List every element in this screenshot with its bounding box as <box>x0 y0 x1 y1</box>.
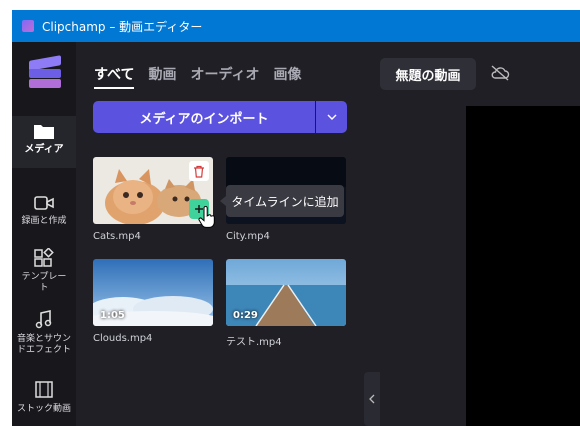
duration-label: 1:05 <box>100 310 125 321</box>
templates-icon <box>34 248 54 267</box>
sidebar: メディア 録画と作成 テンプレート 音楽とサウンドエフェクト ストック動画 <box>12 42 76 426</box>
media-card-name: City.mp4 <box>226 231 270 242</box>
collapse-panel-button[interactable] <box>364 372 380 426</box>
film-icon <box>35 381 53 398</box>
sidebar-item-media[interactable]: メディア <box>12 116 76 168</box>
media-tabs: すべて 動画 オーディオ 画像 <box>94 64 316 89</box>
sidebar-item-stock[interactable]: ストック動画 <box>12 380 76 415</box>
folder-icon <box>34 125 54 139</box>
delete-button[interactable] <box>189 161 209 181</box>
trash-icon <box>194 165 204 178</box>
tab-audio[interactable]: オーディオ <box>190 64 259 89</box>
media-card-name: Clouds.mp4 <box>93 333 153 344</box>
app-window: Clipchamp – 動画エディター メディア 録画と作成 テンプレート 音楽… <box>12 10 580 426</box>
cloud-sync-button[interactable] <box>490 64 510 86</box>
tab-images[interactable]: 画像 <box>274 64 302 89</box>
media-card-name: テスト.mp4 <box>226 337 282 348</box>
clipchamp-logo <box>29 55 61 88</box>
add-to-timeline-tooltip: タイムラインに追加 <box>220 185 344 217</box>
hand-cursor-icon <box>198 206 215 228</box>
sidebar-item-music[interactable]: 音楽とサウンドエフェクト <box>12 310 76 356</box>
camera-icon <box>34 196 54 210</box>
editor-area: 無題の動画 <box>380 42 580 426</box>
sidebar-item-record[interactable]: 録画と作成 <box>12 194 76 227</box>
chevron-down-icon <box>327 114 336 120</box>
media-card-clouds[interactable]: 1:05 <box>93 259 213 326</box>
import-media-control: メディアのインポート <box>93 101 347 133</box>
import-options-button[interactable] <box>316 101 347 133</box>
chevron-left-icon <box>369 394 375 404</box>
cloud-off-icon <box>491 65 510 81</box>
media-card-name: Cats.mp4 <box>93 231 141 242</box>
clipchamp-icon <box>22 20 34 32</box>
title-bar: Clipchamp – 動画エディター <box>12 10 580 42</box>
window-title: Clipchamp – 動画エディター <box>42 19 203 34</box>
video-preview[interactable] <box>466 106 580 426</box>
media-card-cats[interactable] <box>93 157 213 224</box>
duration-label: 0:29 <box>233 310 258 321</box>
project-name-button[interactable]: 無題の動画 <box>380 58 476 90</box>
import-media-button[interactable]: メディアのインポート <box>93 101 315 133</box>
tab-all[interactable]: すべて <box>94 64 135 89</box>
media-card-test[interactable]: 0:29 <box>226 259 346 326</box>
sidebar-item-templates[interactable]: テンプレート <box>12 248 76 294</box>
music-icon <box>35 310 52 329</box>
media-panel: すべて 動画 オーディオ 画像 メディアのインポート Cats.mp4 City… <box>76 42 376 426</box>
tab-video[interactable]: 動画 <box>148 64 176 89</box>
